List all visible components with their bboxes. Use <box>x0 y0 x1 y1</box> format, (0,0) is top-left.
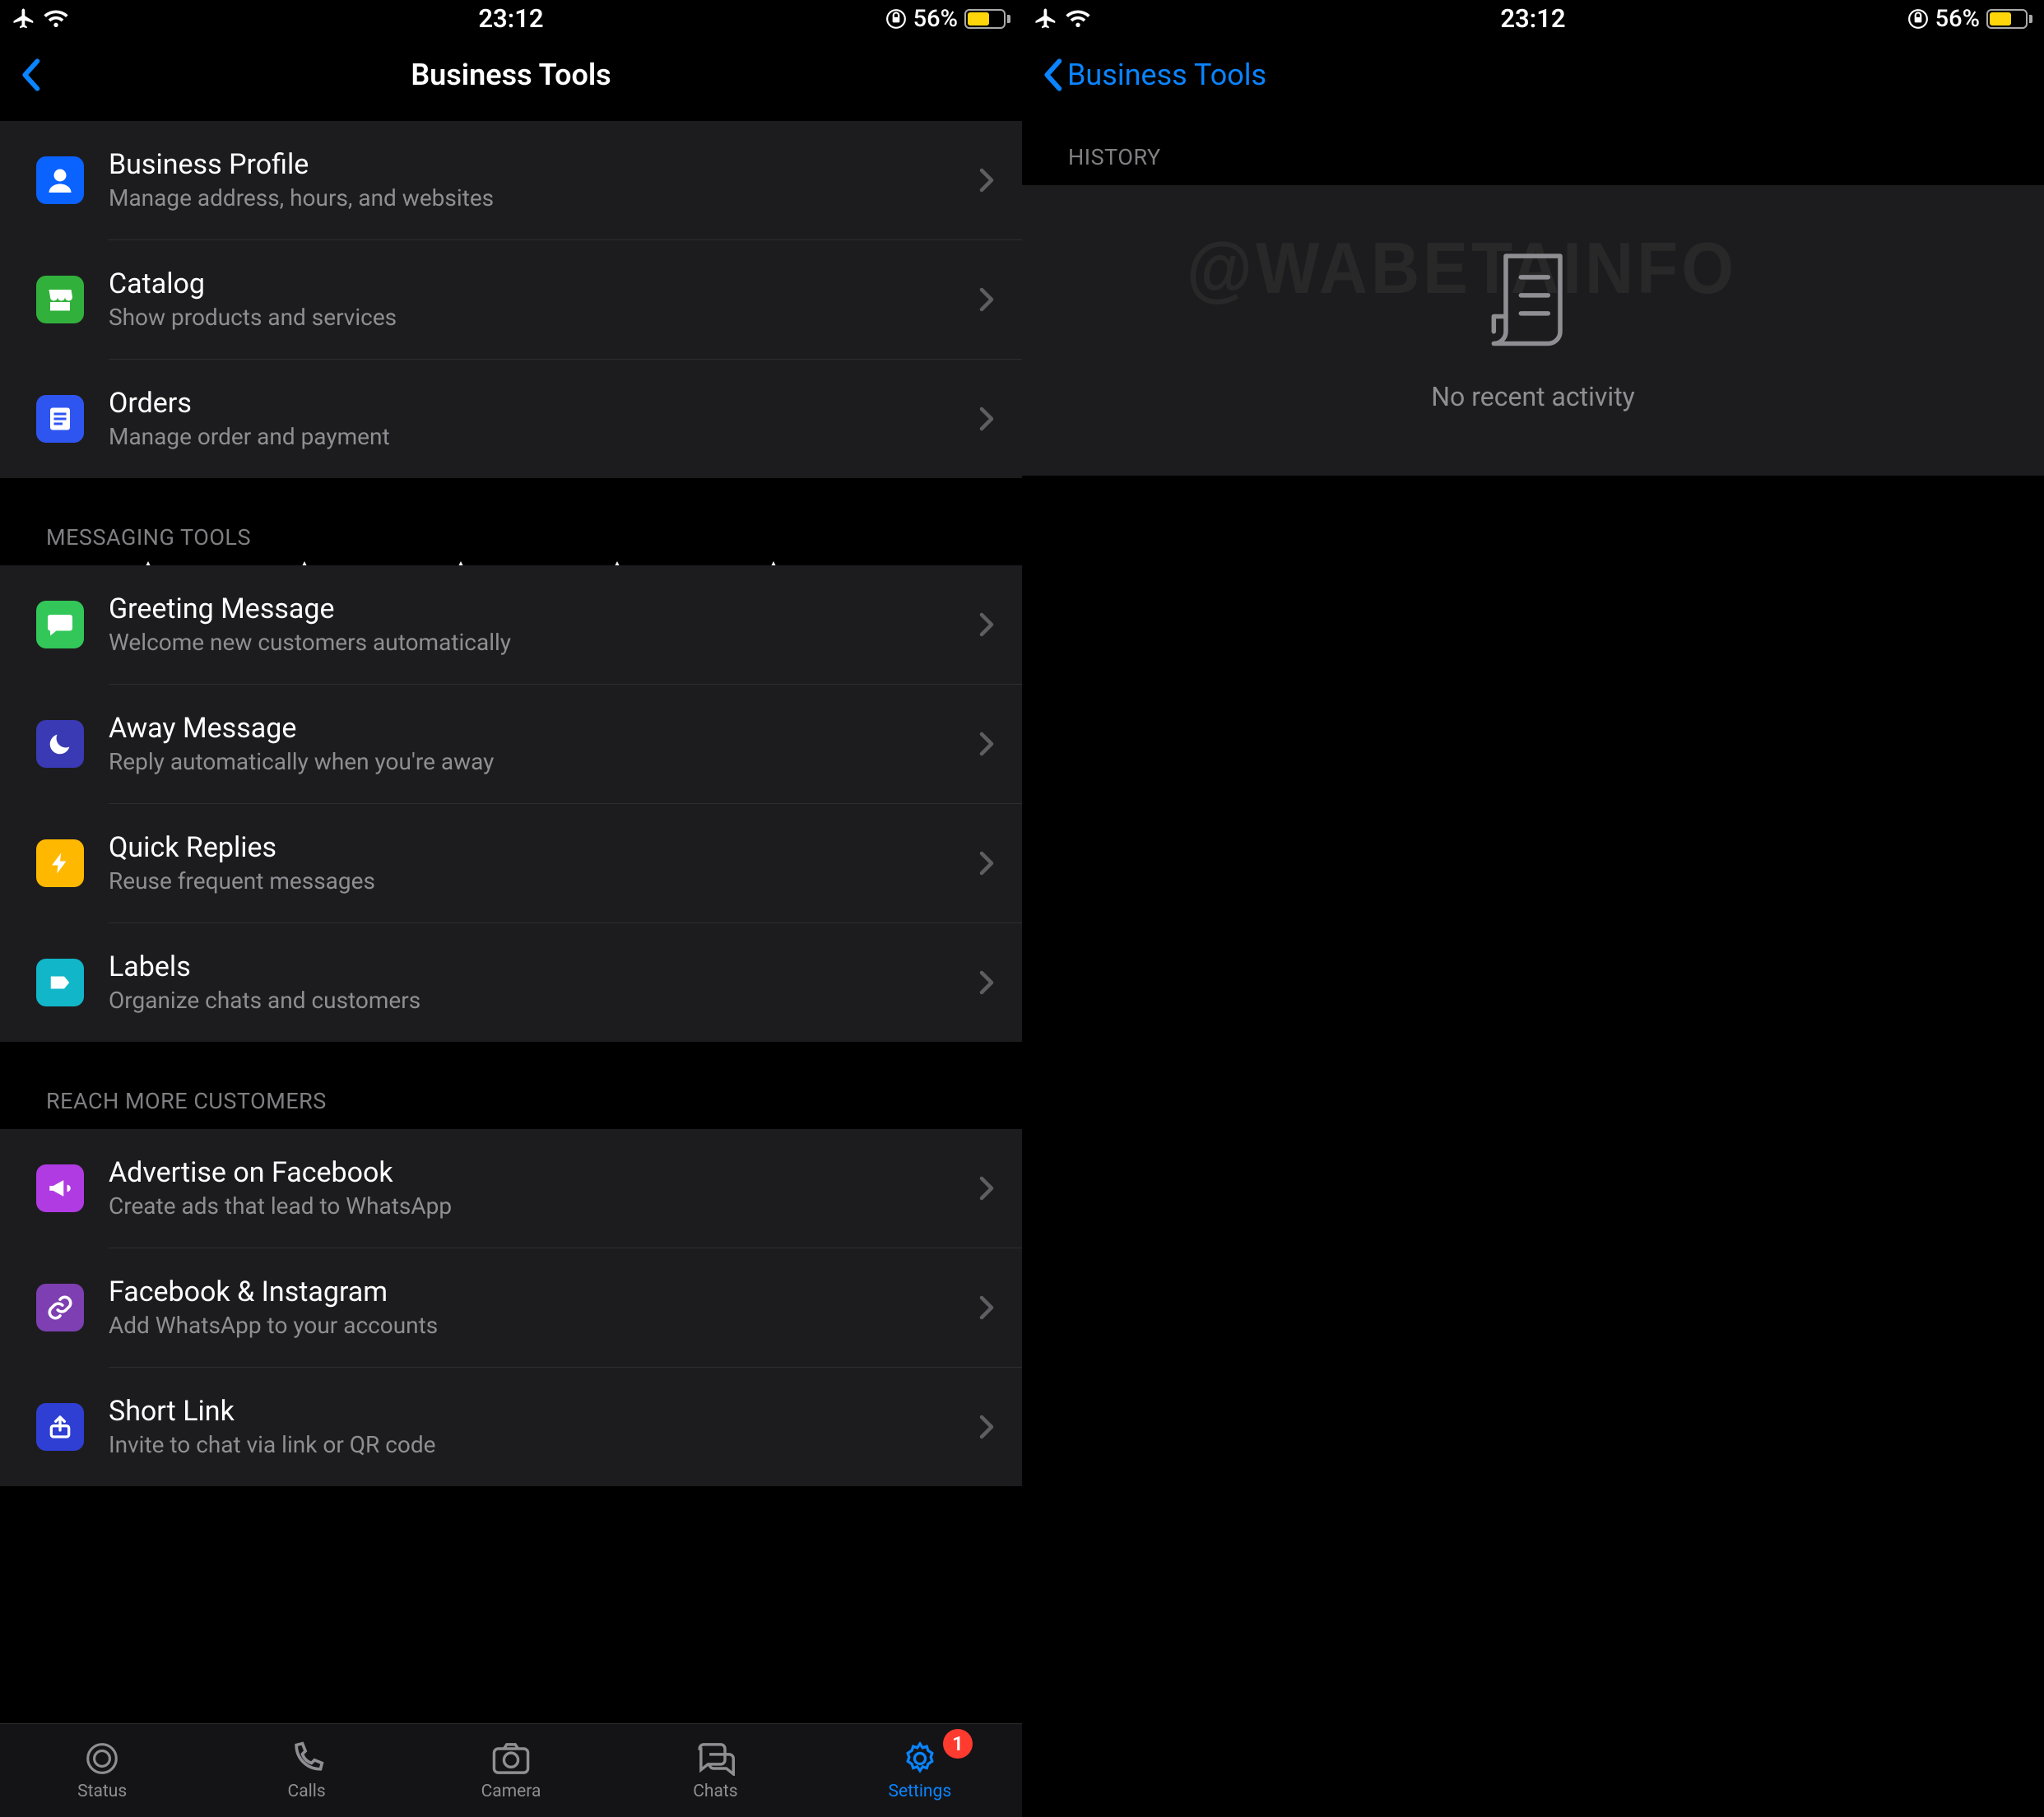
row-subtitle: Show products and services <box>109 303 963 332</box>
megaphone-icon <box>36 1164 84 1212</box>
tab-bar: Status Calls Camera Chats <box>0 1723 1022 1817</box>
chevron-right-icon <box>979 612 994 637</box>
section-header-history: HISTORY <box>1022 113 2044 185</box>
row-business-profile[interactable]: Business Profile Manage address, hours, … <box>0 121 1022 239</box>
battery-percent-label: 56% <box>913 5 958 33</box>
row-subtitle: Reuse frequent messages <box>109 867 963 895</box>
row-quick-replies[interactable]: Quick Replies Reuse frequent messages <box>0 804 1022 922</box>
row-labels[interactable]: Labels Organize chats and customers <box>0 923 1022 1042</box>
tab-settings[interactable]: 1 Settings <box>818 1724 1022 1817</box>
row-catalog[interactable]: Catalog Show products and services <box>0 240 1022 359</box>
status-time: 23:12 <box>1022 3 2044 34</box>
row-title: Greeting Message <box>109 592 963 626</box>
battery-percent-label: 56% <box>1935 5 1980 33</box>
empty-state-text: No recent activity <box>1431 381 1635 412</box>
bolt-icon <box>36 839 84 887</box>
nav-header: Business Tools <box>0 37 1022 113</box>
link-icon <box>36 1284 84 1331</box>
list-section: Business Profile Manage address, hours, … <box>0 121 1022 478</box>
row-orders[interactable]: Orders Manage order and payment <box>0 360 1022 478</box>
row-title: Labels <box>109 950 963 984</box>
profile-icon <box>36 156 84 204</box>
row-away-message[interactable]: Away Message Reply automatically when yo… <box>0 685 1022 803</box>
row-subtitle: Create ads that lead to WhatsApp <box>109 1192 963 1220</box>
chevron-right-icon <box>979 407 994 431</box>
chevron-right-icon <box>979 1295 994 1320</box>
settings-icon <box>897 1740 943 1777</box>
chats-icon <box>692 1740 738 1777</box>
row-title: Away Message <box>109 712 963 746</box>
chevron-right-icon <box>979 970 994 995</box>
tab-chats[interactable]: Chats <box>613 1724 817 1817</box>
back-label: Business Tools <box>1067 58 1266 92</box>
receipt-icon <box>1488 249 1578 356</box>
list-section: Greeting Message Welcome new customers a… <box>0 565 1022 1042</box>
orientation-lock-icon <box>885 8 907 30</box>
row-greeting-message[interactable]: Greeting Message Welcome new customers a… <box>0 565 1022 684</box>
list-section: Advertise on Facebook Create ads that le… <box>0 1129 1022 1486</box>
row-facebook-instagram[interactable]: Facebook & Instagram Add WhatsApp to you… <box>0 1248 1022 1367</box>
row-title: Orders <box>109 387 963 421</box>
calls-icon <box>284 1740 330 1777</box>
phone-left: 23:12 56% Business Tools @WABETAINF <box>0 0 1022 1817</box>
chevron-right-icon <box>979 1176 994 1201</box>
row-subtitle: Reply automatically when you're away <box>109 747 963 776</box>
back-button[interactable]: Business Tools <box>1043 58 1266 92</box>
nav-header: Business Tools <box>1022 37 2044 113</box>
row-subtitle: Invite to chat via link or QR code <box>109 1430 963 1459</box>
page-title: Business Tools <box>0 58 1022 92</box>
status-time: 23:12 <box>0 3 1022 34</box>
camera-icon <box>488 1740 534 1777</box>
status-icon <box>79 1740 125 1777</box>
moon-icon <box>36 720 84 768</box>
chevron-right-icon <box>979 1415 994 1439</box>
back-button[interactable] <box>21 50 57 100</box>
tab-status[interactable]: Status <box>0 1724 204 1817</box>
row-title: Advertise on Facebook <box>109 1156 963 1190</box>
tab-camera[interactable]: Camera <box>409 1724 613 1817</box>
store-icon <box>36 276 84 323</box>
tab-label: Settings <box>888 1782 951 1801</box>
orders-icon <box>36 395 84 443</box>
chevron-right-icon <box>979 851 994 876</box>
chevron-right-icon <box>979 287 994 312</box>
row-subtitle: Manage order and payment <box>109 422 963 451</box>
battery-icon <box>1986 9 2032 29</box>
row-subtitle: Welcome new customers automatically <box>109 628 963 657</box>
row-title: Quick Replies <box>109 831 963 865</box>
row-subtitle: Manage address, hours, and websites <box>109 184 963 212</box>
row-subtitle: Add WhatsApp to your accounts <box>109 1311 963 1340</box>
history-empty-state: @WABETAINFO No recent activity <box>1022 185 2044 476</box>
tab-label: Calls <box>288 1782 326 1801</box>
notification-badge: 1 <box>943 1729 973 1759</box>
tab-label: Camera <box>481 1782 541 1801</box>
tab-calls[interactable]: Calls <box>204 1724 408 1817</box>
share-icon <box>36 1403 84 1451</box>
status-bar: 23:12 56% <box>0 0 1022 37</box>
row-title: Catalog <box>109 267 963 301</box>
row-advertise-facebook[interactable]: Advertise on Facebook Create ads that le… <box>0 1129 1022 1248</box>
row-title: Short Link <box>109 1395 963 1429</box>
section-header-messaging: MESSAGING TOOLS <box>0 478 1022 565</box>
row-short-link[interactable]: Short Link Invite to chat via link or QR… <box>0 1368 1022 1486</box>
phone-right: 23:12 56% Business Tools HISTORY <box>1022 0 2044 1817</box>
label-icon <box>36 959 84 1006</box>
orientation-lock-icon <box>1907 8 1929 30</box>
status-bar: 23:12 56% <box>1022 0 2044 37</box>
tab-label: Chats <box>693 1782 737 1801</box>
row-title: Business Profile <box>109 148 963 182</box>
battery-icon <box>964 9 1010 29</box>
message-icon <box>36 601 84 648</box>
tab-label: Status <box>77 1782 127 1801</box>
chevron-right-icon <box>979 168 994 193</box>
row-subtitle: Organize chats and customers <box>109 986 963 1015</box>
section-header-reach: REACH MORE CUSTOMERS <box>0 1042 1022 1129</box>
chevron-right-icon <box>979 732 994 756</box>
row-title: Facebook & Instagram <box>109 1276 963 1309</box>
